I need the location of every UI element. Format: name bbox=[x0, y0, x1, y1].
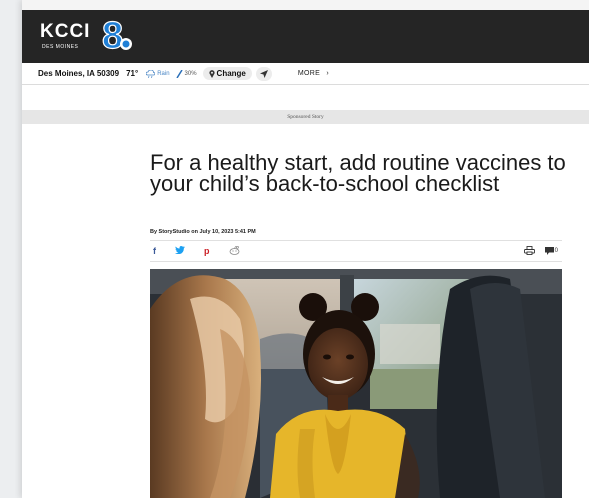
channel-8-icon: 8 bbox=[101, 16, 132, 54]
page-frame: KCCI DES MOINES 8 Des Moines, IA 50309 7… bbox=[22, 0, 589, 498]
locate-arrow-icon bbox=[259, 69, 268, 78]
precipitation[interactable]: 30% bbox=[175, 69, 197, 78]
comment-icon bbox=[544, 247, 554, 255]
sponsored-label: Sponsored Story bbox=[287, 114, 324, 120]
station-logo[interactable]: KCCI DES MOINES 8 bbox=[40, 16, 132, 56]
article-title: For a healthy start, add routine vaccine… bbox=[150, 150, 566, 196]
change-label: Change bbox=[216, 69, 246, 78]
more-menu-link[interactable]: MORE › bbox=[298, 70, 329, 77]
rain-icon bbox=[146, 69, 156, 78]
chevron-right-icon: › bbox=[326, 70, 329, 77]
site-header: KCCI DES MOINES 8 bbox=[22, 10, 589, 63]
logo-text: KCCI bbox=[40, 21, 91, 42]
share-bar: f p 0 bbox=[150, 240, 562, 262]
location-text[interactable]: Des Moines, IA 50309 bbox=[38, 69, 119, 78]
weather-condition[interactable]: Rain bbox=[146, 69, 170, 78]
precip-value: 30% bbox=[184, 70, 197, 77]
svg-text:8: 8 bbox=[102, 16, 123, 54]
facebook-icon[interactable]: f bbox=[153, 246, 156, 256]
logo-subtitle: DES MOINES bbox=[42, 44, 79, 50]
article-byline: By StoryStudio on July 10, 2023 5:41 PM bbox=[150, 229, 256, 235]
weather-bar: Des Moines, IA 50309 71° Rain 30% Change… bbox=[22, 63, 589, 85]
condition-label: Rain bbox=[157, 70, 170, 77]
comment-count: 0 bbox=[554, 248, 558, 254]
locate-me-button[interactable] bbox=[255, 66, 272, 81]
precip-icon bbox=[175, 69, 183, 78]
more-label: MORE bbox=[297, 70, 321, 77]
print-icon[interactable] bbox=[523, 245, 535, 257]
twitter-icon[interactable] bbox=[175, 246, 185, 256]
temperature[interactable]: 71° bbox=[126, 69, 138, 78]
pinterest-icon[interactable]: p bbox=[204, 246, 210, 256]
reddit-icon[interactable] bbox=[229, 245, 240, 257]
sponsored-label-band: Sponsored Story bbox=[22, 110, 589, 124]
comments-button[interactable]: 0 bbox=[544, 247, 558, 255]
article-tools: 0 bbox=[523, 245, 558, 257]
article-hero-image[interactable] bbox=[150, 269, 562, 498]
location-pin-icon bbox=[208, 69, 215, 78]
change-location-button[interactable]: Change bbox=[202, 67, 252, 80]
